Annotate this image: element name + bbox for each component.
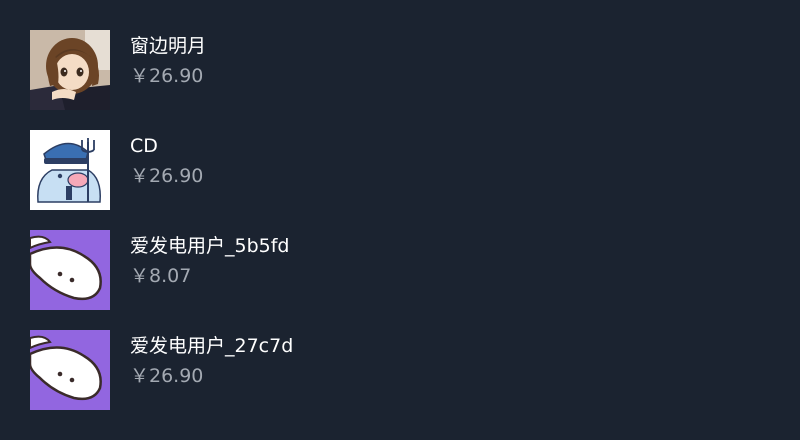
supporter-amount: ￥8.07: [130, 265, 192, 287]
supporter-amount: ￥26.90: [130, 365, 204, 387]
supporter-item[interactable]: 爱发电用户_5b5fd ￥8.07: [30, 230, 770, 310]
default-ghost-avatar-icon[interactable]: [30, 330, 110, 410]
supporter-name: CD: [130, 135, 158, 157]
default-ghost-avatar-icon[interactable]: [30, 230, 110, 310]
supporter-item[interactable]: CD ￥26.90: [30, 130, 770, 210]
supporter-name: 爱发电用户_27c7d: [130, 335, 294, 357]
supporter-item[interactable]: 爱发电用户_27c7d ￥26.90: [30, 330, 770, 410]
security-guard-character-avatar-icon[interactable]: [30, 130, 110, 210]
supporter-amount: ￥26.90: [130, 65, 204, 87]
anime-girl-avatar-icon[interactable]: [30, 30, 110, 110]
supporter-list: 窗边明月 ￥26.90 CD ￥26.90 爱发电用户_5b5fd ￥8.07 …: [30, 30, 770, 430]
supporter-name: 窗边明月: [130, 35, 207, 57]
supporter-amount: ￥26.90: [130, 165, 204, 187]
supporter-item[interactable]: 窗边明月 ￥26.90: [30, 30, 770, 110]
supporter-name: 爱发电用户_5b5fd: [130, 235, 290, 257]
